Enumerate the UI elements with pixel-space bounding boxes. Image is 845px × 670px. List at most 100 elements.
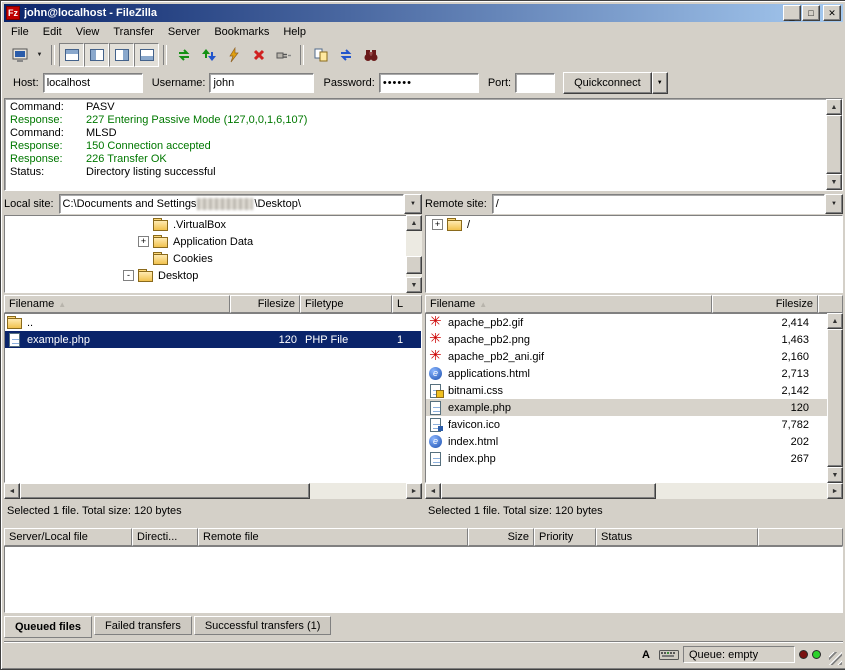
directory-comparison-button[interactable] [308,43,333,67]
scroll-up-button[interactable]: ▲ [406,215,422,231]
minimize-button[interactable]: _ [783,5,801,21]
tab-queued-files[interactable]: Queued files [4,616,92,638]
file-row[interactable]: index.html 202 [426,433,828,450]
menu-file[interactable]: File [4,24,36,40]
maximize-button[interactable]: □ [802,5,820,21]
tree-item[interactable]: + Application Data [5,233,421,250]
toggle-remote-tree-button[interactable] [109,43,134,67]
scroll-left-button[interactable]: ◄ [4,483,20,499]
remote-site-combobox[interactable]: / ▼ [492,194,843,214]
file-size: 120 [711,402,813,414]
quickconnect-button[interactable]: Quickconnect [563,72,652,94]
scroll-down-button[interactable]: ▼ [827,467,843,483]
scroll-left-button[interactable]: ◄ [425,483,441,499]
close-button[interactable]: ✕ [823,5,841,21]
column-header-direction[interactable]: Directi... [132,528,198,546]
column-header-filename[interactable]: Filename▲ [4,295,230,313]
local-path-prefix: C:\Documents and Settings [63,198,197,210]
host-input[interactable] [43,73,143,93]
scrollbar-thumb[interactable] [406,256,422,274]
folder-icon [153,252,169,266]
file-row[interactable]: .. [5,314,421,331]
file-row[interactable]: apache_pb2.gif 2,414 [426,314,828,331]
local-site-path[interactable]: C:\Documents and Settings\Desktop\ [59,194,404,214]
column-header-filesize[interactable]: Filesize [712,295,818,313]
file-name: applications.html [448,368,530,380]
scroll-up-button[interactable]: ▲ [827,313,843,329]
file-row[interactable]: favicon.ico 7,782 [426,416,828,433]
remote-list-scrollbar[interactable]: ▲ ▼ [827,313,843,483]
site-manager-dropdown[interactable]: ▼ [32,43,47,67]
username-input[interactable] [209,73,314,93]
titlebar[interactable]: Fz john@localhost - FileZilla _ □ ✕ [4,4,843,22]
transfer-type-indicator: A [637,646,655,663]
column-header-lastmodified[interactable]: L [392,295,422,313]
scroll-up-button[interactable]: ▲ [826,99,842,115]
resize-grip[interactable] [829,652,842,665]
cancel-button[interactable] [246,43,271,67]
quickconnect-dropdown[interactable]: ▼ [652,72,668,94]
tab-successful-transfers[interactable]: Successful transfers (1) [194,616,332,635]
scrollbar-thumb[interactable] [20,483,310,499]
site-manager-button[interactable] [7,43,32,67]
disconnect-button[interactable] [271,43,296,67]
file-row-selected[interactable]: example.php 120 [426,399,828,416]
scroll-right-button[interactable]: ► [827,483,843,499]
menu-view[interactable]: View [69,24,107,40]
column-header-filename[interactable]: Filename▲ [425,295,712,313]
column-header-filetype[interactable]: Filetype [300,295,392,313]
file-row[interactable]: apache_pb2_ani.gif 2,160 [426,348,828,365]
tree-item[interactable]: - Desktop [5,267,421,284]
tree-item[interactable]: + / [426,216,842,233]
expander-icon[interactable]: - [123,270,134,281]
file-row[interactable]: bitnami.css 2,142 [426,382,828,399]
column-header-status[interactable]: Status [596,528,758,546]
find-files-button[interactable] [358,43,383,67]
file-row[interactable]: index.php 267 [426,450,828,467]
expander-icon[interactable]: + [432,219,443,230]
scroll-down-button[interactable]: ▼ [826,174,842,190]
toggle-message-log-button[interactable] [59,43,84,67]
scrollbar-thumb[interactable] [827,329,843,467]
file-row[interactable]: apache_pb2.png 1,463 [426,331,828,348]
menu-help[interactable]: Help [276,24,313,40]
synchronized-browsing-button[interactable] [333,43,358,67]
scrollbar-thumb[interactable] [441,483,656,499]
file-row[interactable]: applications.html 2,713 [426,365,828,382]
menu-edit[interactable]: Edit [36,24,69,40]
toggle-local-tree-button[interactable] [84,43,109,67]
menu-bookmarks[interactable]: Bookmarks [207,24,276,40]
file-icon [428,435,444,449]
password-input[interactable] [379,73,479,93]
column-header-filesize[interactable]: Filesize [230,295,300,313]
local-list-hscrollbar[interactable]: ◄ ► [4,483,422,499]
port-input[interactable] [515,73,555,93]
local-site-combobox[interactable]: C:\Documents and Settings\Desktop\ ▼ [59,194,422,214]
refresh-button[interactable] [171,43,196,67]
local-tree-scrollbar[interactable]: ▲ ▼ [406,215,422,293]
process-queue-button[interactable] [196,43,221,67]
log-scrollbar[interactable]: ▲ ▼ [826,99,842,190]
scrollbar-thumb[interactable] [826,115,842,174]
column-header-server-local-file[interactable]: Server/Local file [4,528,132,546]
menu-transfer[interactable]: Transfer [106,24,161,40]
toggle-queue-button[interactable] [134,43,159,67]
scroll-down-button[interactable]: ▼ [406,277,422,293]
remote-site-dropdown[interactable]: ▼ [825,194,843,214]
activity-led-green [812,650,821,659]
column-header-remote-file[interactable]: Remote file [198,528,468,546]
remote-list-hscrollbar[interactable]: ◄ ► [425,483,843,499]
menu-server[interactable]: Server [161,24,207,40]
tab-failed-transfers[interactable]: Failed transfers [94,616,192,635]
folder-icon [447,218,463,232]
tree-item[interactable]: .VirtualBox [5,216,421,233]
remote-site-path[interactable]: / [492,194,825,214]
scroll-right-button[interactable]: ► [406,483,422,499]
reconnect-button[interactable] [221,43,246,67]
column-header-priority[interactable]: Priority [534,528,596,546]
tree-item[interactable]: Cookies [5,250,421,267]
file-row-selected[interactable]: example.php 120 PHP File 1 [5,331,421,348]
column-header-size[interactable]: Size [468,528,534,546]
expander-icon[interactable]: + [138,236,149,247]
local-site-dropdown[interactable]: ▼ [404,194,422,214]
